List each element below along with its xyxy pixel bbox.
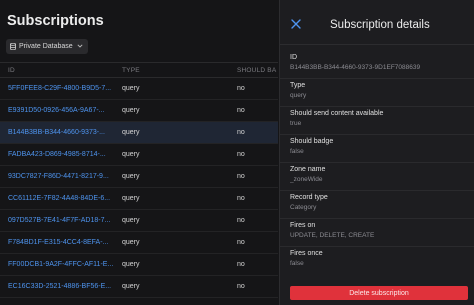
subscription-type: query xyxy=(122,129,140,136)
field-value: Category xyxy=(290,204,317,211)
column-header-should-badge[interactable]: SHOULD BA xyxy=(237,67,276,74)
field-value: false xyxy=(290,260,304,267)
field-should-badge: Should badge false xyxy=(290,138,468,155)
table-row[interactable]: CC61112E-7F82-4A48-84DE-6... query no xyxy=(0,188,278,210)
subscription-should-badge: no xyxy=(237,261,245,268)
subscription-details-panel: Subscription details ID B144B3BB-B344-46… xyxy=(279,0,474,305)
subscription-type: query xyxy=(122,217,140,224)
page-title: Subscriptions xyxy=(7,13,104,29)
subscription-type: query xyxy=(122,85,140,92)
subscriptions-table: ID TYPE SHOULD BA 5FF0FEE8-C29F-4800-B9D… xyxy=(0,62,278,298)
divider xyxy=(280,190,474,191)
table-header: ID TYPE SHOULD BA xyxy=(0,62,278,78)
subscription-id-link[interactable]: FF00DCB1-9A2F-4FFC-AF11-E... xyxy=(8,261,118,268)
divider xyxy=(280,106,474,107)
subscription-id-link[interactable]: F784BD1F-E315-4CC4-8EFA-... xyxy=(8,239,118,246)
field-label: Should send content available xyxy=(290,110,384,117)
field-should-send-content-available: Should send content available true xyxy=(290,110,468,127)
subscription-id-link[interactable]: B144B3BB-B344-4660-9373-... xyxy=(8,129,118,136)
field-value: query xyxy=(290,92,307,99)
divider xyxy=(280,44,474,45)
field-fires-on: Fires on UPDATE, DELETE, CREATE xyxy=(290,222,468,239)
details-title: Subscription details xyxy=(330,19,430,31)
chevron-down-icon xyxy=(77,43,83,50)
subscription-id-link[interactable]: EC16C33D-2521-4886-BF56-E... xyxy=(8,283,118,290)
database-icon xyxy=(10,42,16,51)
subscription-type: query xyxy=(122,283,140,290)
subscription-should-badge: no xyxy=(237,283,245,290)
subscription-type: query xyxy=(122,151,140,158)
divider xyxy=(280,134,474,135)
field-value: _zoneWide xyxy=(290,176,323,183)
field-zone-name: Zone name _zoneWide xyxy=(290,166,468,183)
table-row[interactable]: 5FF0FEE8-C29F-4800-B9D5-7... query no xyxy=(0,78,278,100)
subscription-should-badge: no xyxy=(237,239,245,246)
subscription-should-badge: no xyxy=(237,85,245,92)
column-header-type[interactable]: TYPE xyxy=(122,67,140,74)
field-label: Should badge xyxy=(290,138,334,145)
close-icon[interactable] xyxy=(289,17,303,31)
field-label: Fires once xyxy=(290,250,323,257)
subscription-type: query xyxy=(122,107,140,114)
subscription-type: query xyxy=(122,195,140,202)
field-id: ID B144B3BB-B344-4660-9373-9D1EF7088639 xyxy=(290,54,468,71)
table-row[interactable]: E9391D50-0926-456A-9A67-... query no xyxy=(0,100,278,122)
field-value[interactable]: B144B3BB-B344-4660-9373-9D1EF7088639 xyxy=(290,64,468,71)
field-label: Record type xyxy=(290,194,328,201)
table-row[interactable]: 097D527B-7E41-4F7F-AD18-7... query no xyxy=(0,210,278,232)
field-value: UPDATE, DELETE, CREATE xyxy=(290,232,375,239)
field-label: Type xyxy=(290,82,306,89)
subscription-id-link[interactable]: FADBA423-D869-4985-8714-... xyxy=(8,151,118,158)
divider xyxy=(280,78,474,79)
database-selector-label: Private Database xyxy=(19,43,73,50)
subscription-should-badge: no xyxy=(237,151,245,158)
column-header-id[interactable]: ID xyxy=(8,67,15,74)
subscription-should-badge: no xyxy=(237,195,245,202)
divider xyxy=(280,162,474,163)
delete-subscription-button[interactable]: Delete subscription xyxy=(290,286,468,300)
subscription-id-link[interactable]: 93DC7827-F86D-4471-8217-9... xyxy=(8,173,118,180)
table-row-selected[interactable]: B144B3BB-B344-4660-9373-... query no xyxy=(0,122,278,144)
subscription-type: query xyxy=(122,239,140,246)
table-row[interactable]: FF00DCB1-9A2F-4FFC-AF11-E... query no xyxy=(0,254,278,276)
database-selector[interactable]: Private Database xyxy=(6,39,88,54)
subscription-id-link[interactable]: E9391D50-0926-456A-9A67-... xyxy=(8,107,118,114)
subscription-should-badge: no xyxy=(237,217,245,224)
table-row[interactable]: F784BD1F-E315-4CC4-8EFA-... query no xyxy=(0,232,278,254)
subscription-type: query xyxy=(122,173,140,180)
table-row[interactable]: 93DC7827-F86D-4471-8217-9... query no xyxy=(0,166,278,188)
field-value: false xyxy=(290,148,304,155)
subscription-id-link[interactable]: 097D527B-7E41-4F7F-AD18-7... xyxy=(8,217,118,224)
field-label: Fires on xyxy=(290,222,316,229)
subscription-type: query xyxy=(122,261,140,268)
field-label: ID xyxy=(290,54,297,61)
divider xyxy=(280,218,474,219)
table-row[interactable]: FADBA423-D869-4985-8714-... query no xyxy=(0,144,278,166)
field-type: Type query xyxy=(290,82,468,99)
subscription-id-link[interactable]: 5FF0FEE8-C29F-4800-B9D5-7... xyxy=(8,85,118,92)
field-label: Zone name xyxy=(290,166,326,173)
subscription-should-badge: no xyxy=(237,129,245,136)
subscription-should-badge: no xyxy=(237,173,245,180)
table-row[interactable]: EC16C33D-2521-4886-BF56-E... query no xyxy=(0,276,278,298)
field-value: true xyxy=(290,120,302,127)
subscriptions-pane: Subscriptions Private Database ID TYPE S… xyxy=(0,0,278,305)
field-fires-once: Fires once false xyxy=(290,250,468,267)
divider xyxy=(280,246,474,247)
subscription-id-link[interactable]: CC61112E-7F82-4A48-84DE-6... xyxy=(8,195,118,202)
subscription-should-badge: no xyxy=(237,107,245,114)
field-record-type: Record type Category xyxy=(290,194,468,211)
